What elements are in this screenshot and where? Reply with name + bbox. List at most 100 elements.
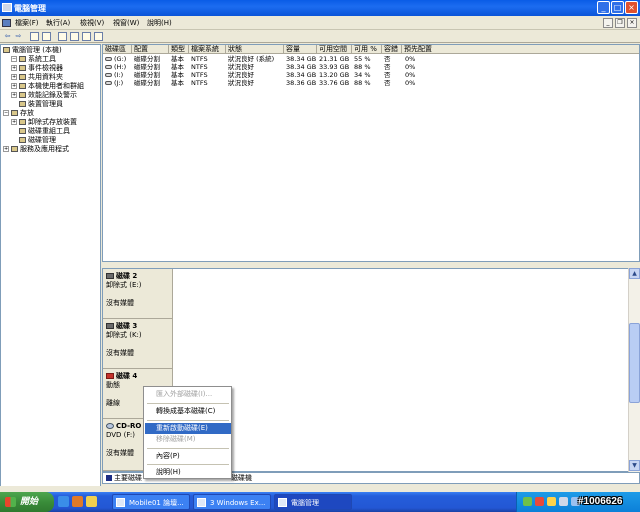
minimize-button[interactable]: _	[597, 1, 610, 14]
expand-icon[interactable]: +	[3, 146, 9, 152]
services-icon	[11, 146, 18, 152]
collapse-icon[interactable]: −	[11, 56, 17, 62]
column-header-volume[interactable]: 磁碟區	[103, 45, 132, 54]
expand-icon[interactable]: +	[11, 119, 17, 125]
security-alert-icon[interactable]	[547, 497, 556, 506]
menu-item-reactivate-disk[interactable]: 重新啟動磁碟(E)	[145, 423, 231, 434]
menu-bar: 檔案(F) 執行(A) 檢視(V) 視窗(W) 說明(H) _ ❐ ×	[0, 16, 640, 30]
help-icon[interactable]	[70, 32, 79, 41]
column-header-layout[interactable]: 配置	[132, 45, 169, 54]
disk-icon	[106, 323, 114, 329]
folder-icon	[19, 74, 26, 80]
users-icon	[19, 83, 26, 89]
network-icon[interactable]	[523, 497, 532, 506]
vertical-scrollbar[interactable]: ▲ ▼	[628, 268, 640, 472]
menu-item-remove-disk[interactable]: 移除磁碟(M)	[145, 434, 231, 445]
column-header-free-space[interactable]: 可用空間	[317, 45, 352, 54]
volume-list[interactable]: 磁碟區 配置 類型 檔案系統 狀態 容量 可用空間 可用 % 容錯 預先配置 (…	[102, 44, 640, 262]
task-windows-explorer[interactable]: 3 Windows Ex...	[193, 494, 271, 510]
start-button[interactable]: 開始	[0, 492, 54, 512]
column-header-fault-tolerance[interactable]: 容錯	[382, 45, 402, 54]
column-header-file-system[interactable]: 檔案系統	[189, 45, 226, 54]
legend-primary: 主要磁碟	[114, 474, 142, 482]
toolbar: ⇦ ⇨	[0, 30, 640, 43]
up-folder-icon[interactable]	[30, 32, 39, 41]
explorer-icon[interactable]	[86, 496, 97, 507]
task-computer-management[interactable]: 電腦管理	[274, 494, 352, 510]
expand-icon[interactable]: +	[11, 92, 17, 98]
tree-item-services-applications[interactable]: + 服務及應用程式	[3, 145, 69, 153]
tree-item-shared-folders[interactable]: + 共用資料夾	[11, 73, 63, 81]
menu-separator	[147, 420, 229, 421]
primary-partition-swatch	[106, 475, 112, 481]
volume-icon	[105, 81, 112, 85]
child-minimize-button[interactable]: _	[603, 18, 613, 28]
show-desktop-icon[interactable]	[58, 496, 69, 507]
forward-arrow-icon[interactable]: ⇨	[14, 32, 23, 41]
menu-item-convert-to-basic[interactable]: 轉換成基本磁碟(C)	[145, 406, 231, 417]
antivirus-icon[interactable]	[535, 497, 544, 506]
tree-item-device-manager[interactable]: 裝置管理員	[19, 100, 63, 108]
tree-item-disk-management[interactable]: 磁碟管理	[19, 136, 56, 144]
menu-view[interactable]: 檢視(V)	[80, 18, 104, 28]
column-header-overhead[interactable]: 預先配置	[402, 45, 639, 54]
scroll-up-icon[interactable]: ▲	[629, 268, 640, 279]
menu-item-help[interactable]: 說明(H)	[145, 467, 231, 478]
tree-item-removable-storage[interactable]: + 卸除式存放裝置	[11, 118, 77, 126]
safely-remove-icon[interactable]	[559, 497, 568, 506]
expand-icon[interactable]: +	[11, 65, 17, 71]
legend-other: 磁碟機	[231, 474, 252, 482]
tree-item-performance-logs[interactable]: + 效能記錄及警示	[11, 91, 77, 99]
task-mobile01[interactable]: Mobile01 論壇...	[112, 494, 190, 510]
properties-icon[interactable]	[58, 32, 67, 41]
scroll-down-icon[interactable]: ▼	[629, 460, 640, 471]
child-restore-button[interactable]: ❐	[615, 18, 625, 28]
menu-window[interactable]: 視窗(W)	[113, 18, 139, 28]
expand-icon[interactable]: +	[11, 83, 17, 89]
tree-item-disk-defragmenter[interactable]: 磁碟重組工具	[19, 127, 70, 135]
tree-root[interactable]: 電腦管理 (本機)	[3, 46, 62, 54]
removable-storage-icon	[19, 119, 26, 125]
column-header-capacity[interactable]: 容量	[284, 45, 317, 54]
child-close-button[interactable]: ×	[627, 18, 637, 28]
tree-item-storage[interactable]: − 存放	[3, 109, 34, 117]
context-menu[interactable]: 匯入外部磁碟(I)... 轉換成基本磁碟(C) 重新啟動磁碟(E) 移除磁碟(M…	[143, 386, 232, 479]
disk-2-label[interactable]: 磁碟 2 卸除式 (E:) 沒有媒體	[103, 269, 173, 319]
scroll-thumb[interactable]	[629, 323, 640, 403]
menu-separator	[147, 403, 229, 404]
title-bar[interactable]: 電腦管理 _ □ ×	[0, 0, 640, 16]
menu-action[interactable]: 執行(A)	[46, 18, 70, 28]
device-manager-icon	[19, 101, 26, 107]
disk-3-label[interactable]: 磁碟 3 卸除式 (K:) 沒有媒體	[103, 319, 173, 369]
taskbar: 開始 Mobile01 論壇... 3 Windows Ex... 電腦管理	[0, 492, 640, 512]
volume-icon	[105, 73, 112, 77]
tree-item-local-users[interactable]: + 本機使用者和群組	[11, 82, 84, 90]
console-icon[interactable]	[2, 19, 11, 27]
folder-window-icon	[197, 498, 206, 507]
tree-item-event-viewer[interactable]: + 事件檢視器	[11, 64, 63, 72]
firefox-icon[interactable]	[72, 496, 83, 507]
close-button[interactable]: ×	[625, 1, 638, 14]
menu-file[interactable]: 檔案(F)	[15, 18, 39, 28]
performance-icon	[19, 92, 26, 98]
disk-graph-icon[interactable]	[94, 32, 103, 41]
console-tree[interactable]: 電腦管理 (本機) − 系統工具 + 事件檢視器 + 共用資料夾 + 本機使用者和群組 …	[0, 44, 101, 488]
disk-list-icon[interactable]	[82, 32, 91, 41]
watermark: #1006626	[578, 496, 623, 507]
defrag-icon	[19, 128, 26, 134]
column-header-status[interactable]: 狀態	[226, 45, 284, 54]
maximize-button[interactable]: □	[611, 1, 624, 14]
menu-help[interactable]: 說明(H)	[147, 18, 172, 28]
show-tree-icon[interactable]	[42, 32, 51, 41]
column-header-type[interactable]: 類型	[169, 45, 189, 54]
menu-item-properties[interactable]: 內容(P)	[145, 451, 231, 462]
menu-item-import-foreign-disks[interactable]: 匯入外部磁碟(I)...	[145, 389, 231, 400]
collapse-icon[interactable]: −	[3, 110, 9, 116]
back-arrow-icon[interactable]: ⇦	[3, 32, 12, 41]
column-header-percent-free[interactable]: 可用 %	[352, 45, 382, 54]
expand-icon[interactable]: +	[11, 74, 17, 80]
browser-window-icon	[116, 498, 125, 507]
computer-management-icon	[2, 3, 12, 12]
tree-item-system-tools[interactable]: − 系統工具	[11, 55, 56, 63]
computer-management-icon	[278, 498, 287, 507]
